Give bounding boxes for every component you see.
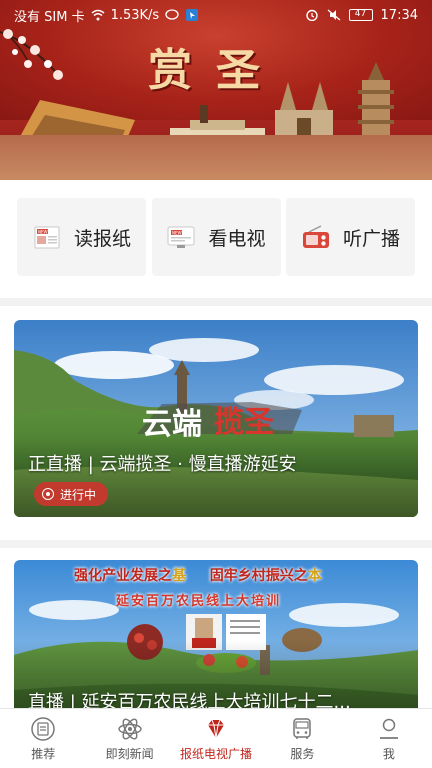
read-newspaper-button[interactable]: NEWS 读报纸 [17, 198, 146, 276]
atom-icon [117, 718, 142, 739]
clock: 17:34 [380, 7, 418, 23]
cursor-app-icon [186, 9, 199, 21]
live-card-title: 正直播 | 云端揽圣 · 慢直播游延安 [28, 454, 297, 475]
nav-instant-news-label: 即刻新闻 [105, 746, 154, 761]
watch-tv-button[interactable]: NEWS 看电视 [151, 198, 281, 276]
training-banner-line2: 延安百万农民线上大培训 [116, 594, 282, 609]
training-banner-line1: 强化产业发展之基 固牢乡村振兴之本 [74, 565, 322, 585]
message-icon [165, 9, 179, 20]
svg-text:NEWS: NEWS [172, 230, 184, 235]
logo-text-lansheng: 揽圣 [214, 405, 275, 440]
listen-radio-button[interactable]: 听广播 [286, 198, 415, 276]
feed-divider [0, 540, 432, 548]
status-bar: 没有 SIM 卡 1.53K/s 47 17:34 [0, 0, 432, 30]
banner-text-1b: 基 [172, 568, 186, 584]
diamond-icon [208, 719, 225, 738]
nav-instant-news[interactable]: 即刻新闻 [86, 709, 172, 768]
listen-radio-label: 听广播 [342, 227, 400, 250]
svg-text:NEWS: NEWS [38, 229, 50, 234]
carrier-text: 没有 SIM 卡 [14, 9, 85, 25]
nav-newspaper-tv-radio[interactable]: 报纸电视广播 [173, 709, 259, 768]
banner-text-1d: 本 [307, 568, 322, 584]
wifi-icon [91, 9, 105, 21]
live-status-badge: 进行中 [34, 482, 109, 506]
battery-indicator: 47 [348, 9, 373, 21]
nav-me[interactable]: 我 [346, 709, 432, 768]
bus-icon [293, 717, 312, 739]
banner-text-1a: 强化产业发展之 [74, 568, 172, 584]
live-card-yunduan[interactable]: 云端 揽圣 正直播 | 云端揽圣 · 慢直播游延安 进行中 [14, 320, 418, 517]
tv-news-icon: NEWS [167, 226, 195, 248]
live-card-title: 直播 | 延安百万农民线上大培训七十二... [28, 692, 351, 708]
nav-recommend-label: 推荐 [31, 746, 56, 761]
radio-icon [302, 225, 329, 248]
live-card-training[interactable]: 强化产业发展之基 固牢乡村振兴之本 延安百万农民线上大培训 直播 | 延安百万农… [14, 560, 418, 708]
mute-icon [327, 9, 340, 21]
newspaper-icon: NEWS [34, 226, 60, 249]
nav-recommend[interactable]: 推荐 [0, 709, 86, 768]
recommend-icon [31, 716, 55, 741]
watch-tv-label: 看电视 [208, 227, 266, 250]
nav-service[interactable]: 服务 [259, 709, 345, 768]
nav-service-label: 服务 [290, 746, 315, 761]
network-speed: 1.53K/s [110, 7, 160, 23]
live-status-text: 进行中 [60, 487, 97, 502]
live-feed: 云端 揽圣 正直播 | 云端揽圣 · 慢直播游延安 进行中 强化产业发展之基 固… [0, 306, 432, 708]
nav-newspaper-tv-radio-label: 报纸电视广播 [180, 746, 253, 761]
media-category-row: NEWS 读报纸 NEWS 看电视 听广播 [0, 180, 432, 298]
alarm-icon [305, 9, 318, 21]
read-newspaper-label: 读报纸 [73, 227, 131, 250]
bottom-navigation: 推荐 即刻新闻 报纸电视广播 服务 我 [0, 708, 432, 768]
hero-ground [0, 135, 432, 180]
record-icon [42, 488, 54, 500]
banner-text-1c: 固牢乡村振兴之 [209, 568, 308, 584]
nav-me-label: 我 [382, 746, 395, 761]
profile-icon [379, 718, 398, 739]
